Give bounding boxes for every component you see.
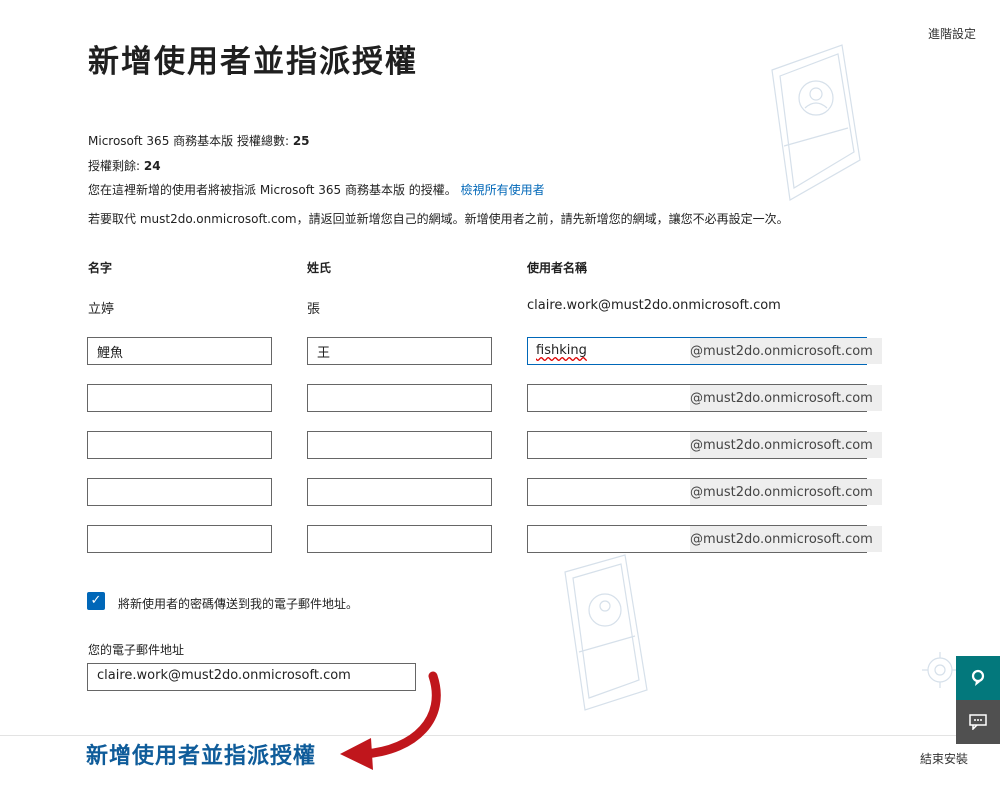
last-name-input[interactable]: 王 xyxy=(307,337,492,365)
username-input[interactable] xyxy=(528,432,690,458)
license-remaining-value: 24 xyxy=(143,159,161,173)
checkmark-icon: ✓ xyxy=(90,593,102,608)
last-name-input[interactable] xyxy=(307,525,492,553)
existing-user-email: claire.work@must2do.onmicrosoft.com xyxy=(527,298,781,313)
feedback-button[interactable] xyxy=(956,656,1000,700)
domain-suffix: @must2do.onmicrosoft.com xyxy=(690,385,882,411)
license-assign-line: 您在這裡新增的使用者將被指派 Microsoft 365 商務基本版 的授權。 … xyxy=(88,181,545,198)
chat-icon xyxy=(969,714,987,730)
username-field[interactable]: @must2do.onmicrosoft.com xyxy=(527,525,882,553)
first-name-input[interactable] xyxy=(87,478,272,506)
existing-user-first-name: 立婷 xyxy=(88,302,115,317)
column-last-name: 姓氏 xyxy=(307,261,332,275)
existing-user-last-name: 張 xyxy=(307,302,321,317)
annotation-arrow-icon xyxy=(340,671,441,770)
feedback-icon xyxy=(971,669,985,686)
column-first-name: 名字 xyxy=(88,261,113,275)
page-title: 新增使用者並指派授權 xyxy=(88,44,418,80)
username-input[interactable] xyxy=(528,385,690,411)
first-name-input[interactable] xyxy=(87,384,272,412)
username-input[interactable]: fishking xyxy=(528,338,690,364)
license-total-value: 25 xyxy=(292,134,310,148)
username-input[interactable] xyxy=(528,526,690,552)
decorative-card-illustration xyxy=(771,44,861,201)
email-label: 您的電子郵件地址 xyxy=(88,643,185,657)
send-password-label: 將新使用者的密碼傳送到我的電子郵件地址。 xyxy=(118,597,359,611)
domain-suffix: @must2do.onmicrosoft.com xyxy=(690,479,882,505)
view-all-users-link[interactable]: 檢視所有使用者 xyxy=(461,183,545,197)
username-input[interactable] xyxy=(528,479,690,505)
finish-setup-link[interactable]: 結束安裝 xyxy=(920,750,968,767)
license-total-line: Microsoft 365 商務基本版 授權總數: 25 xyxy=(88,132,310,149)
first-name-input[interactable] xyxy=(87,431,272,459)
username-field[interactable]: @must2do.onmicrosoft.com xyxy=(527,431,882,459)
license-assign-text: 您在這裡新增的使用者將被指派 Microsoft 365 商務基本版 的授權。 xyxy=(88,183,457,197)
license-total-label: Microsoft 365 商務基本版 授權總數: xyxy=(88,134,293,148)
column-username: 使用者名稱 xyxy=(527,261,588,275)
last-name-input[interactable] xyxy=(307,431,492,459)
add-users-assign-licenses-button[interactable]: 新增使用者並指派授權 xyxy=(86,738,316,770)
decorative-card-illustration-2 xyxy=(564,554,648,711)
footer-divider xyxy=(0,735,1000,736)
username-value: fishking xyxy=(536,343,587,358)
domain-suffix: @must2do.onmicrosoft.com xyxy=(690,432,882,458)
first-name-input[interactable] xyxy=(87,525,272,553)
domain-suffix: @must2do.onmicrosoft.com xyxy=(690,526,882,552)
send-password-checkbox[interactable]: ✓ xyxy=(87,592,105,610)
domain-suffix: @must2do.onmicrosoft.com xyxy=(690,338,882,364)
license-remaining-label: 授權剩餘: xyxy=(88,159,144,173)
chat-button[interactable] xyxy=(956,700,1000,744)
username-field[interactable]: @must2do.onmicrosoft.com xyxy=(527,478,882,506)
username-field[interactable]: @must2do.onmicrosoft.com xyxy=(527,384,882,412)
username-field[interactable]: fishking @must2do.onmicrosoft.com xyxy=(527,337,882,365)
advanced-settings-link[interactable]: 進階設定 xyxy=(928,25,976,42)
domain-note: 若要取代 must2do.onmicrosoft.com，請返回並新增您自己的網… xyxy=(88,212,789,226)
first-name-input[interactable]: 鯉魚 xyxy=(87,337,272,365)
last-name-input[interactable] xyxy=(307,478,492,506)
license-remaining-line: 授權剩餘: 24 xyxy=(88,157,161,174)
last-name-input[interactable] xyxy=(307,384,492,412)
